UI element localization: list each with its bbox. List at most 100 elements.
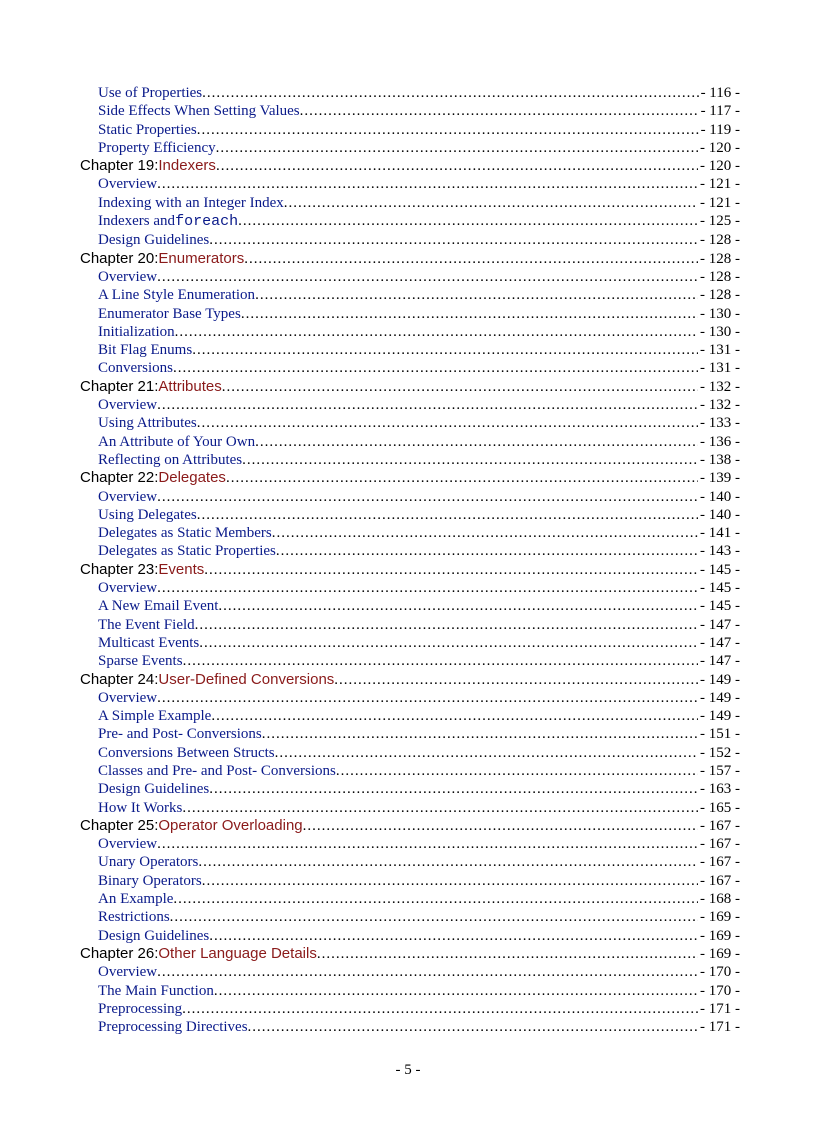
toc-page-ref[interactable]: - 120 - (698, 139, 740, 157)
toc-page-ref[interactable]: - 125 - (698, 212, 740, 230)
toc-entry-title[interactable]: Chapter 22: Delegates (80, 469, 226, 487)
toc-entry-title[interactable]: Chapter 23: Events (80, 561, 204, 579)
toc-entry-title[interactable]: A Simple Example (98, 707, 211, 725)
toc-entry-title[interactable]: Overview (98, 579, 157, 597)
toc-page-ref[interactable]: - 119 - (699, 121, 740, 139)
toc-page-ref[interactable]: - 167 - (698, 853, 740, 871)
toc-entry-title[interactable]: Preprocessing Directives (98, 1018, 248, 1036)
toc-page-ref[interactable]: - 136 - (698, 433, 740, 451)
toc-entry-title[interactable]: Chapter 21: Attributes (80, 378, 222, 396)
toc-entry-title[interactable]: Side Effects When Setting Values (98, 102, 300, 120)
toc-entry-title[interactable]: Indexing with an Integer Index (98, 194, 284, 212)
toc-page-ref[interactable]: - 141 - (698, 524, 740, 542)
toc-entry-title[interactable]: Multicast Events (98, 634, 199, 652)
toc-page-ref[interactable]: - 117 - (699, 102, 740, 120)
toc-entry-title[interactable]: Preprocessing (98, 1000, 182, 1018)
toc-entry-title[interactable]: Overview (98, 396, 157, 414)
toc-entry-title[interactable]: Unary Operators (98, 853, 198, 871)
toc-page-ref[interactable]: - 131 - (698, 359, 740, 377)
toc-page-ref[interactable]: - 128 - (698, 286, 740, 304)
toc-page-ref[interactable]: - 168 - (698, 890, 740, 908)
toc-page-ref[interactable]: - 170 - (698, 963, 740, 981)
toc-entry-title[interactable]: Design Guidelines (98, 780, 209, 798)
toc-entry-title[interactable]: Overview (98, 268, 157, 286)
toc-page-ref[interactable]: - 128 - (698, 231, 740, 249)
toc-entry-title[interactable]: Restrictions (98, 908, 170, 926)
toc-entry-title[interactable]: Chapter 24: User-Defined Conversions (80, 671, 334, 689)
toc-page-ref[interactable]: - 151 - (698, 725, 740, 743)
toc-page-ref[interactable]: - 132 - (698, 378, 740, 396)
toc-entry-title[interactable]: Use of Properties (98, 84, 202, 102)
toc-page-ref[interactable]: - 170 - (698, 982, 740, 1000)
toc-entry-title[interactable]: A Line Style Enumeration (98, 286, 255, 304)
toc-page-ref[interactable]: - 169 - (698, 908, 740, 926)
toc-page-ref[interactable]: - 149 - (698, 671, 740, 689)
toc-entry-title[interactable]: Overview (98, 488, 157, 506)
toc-entry-title[interactable]: Overview (98, 835, 157, 853)
toc-page-ref[interactable]: - 147 - (698, 634, 740, 652)
toc-entry-title[interactable]: Conversions Between Structs (98, 744, 275, 762)
toc-entry-title[interactable]: Overview (98, 175, 157, 193)
toc-entry-title[interactable]: Static Properties (98, 121, 197, 139)
toc-entry-title[interactable]: Pre- and Post- Conversions (98, 725, 262, 743)
toc-page-ref[interactable]: - 149 - (698, 707, 740, 725)
toc-page-ref[interactable]: - 143 - (698, 542, 740, 560)
toc-page-ref[interactable]: - 130 - (698, 323, 740, 341)
toc-page-ref[interactable]: - 145 - (698, 597, 740, 615)
toc-page-ref[interactable]: - 163 - (698, 780, 740, 798)
toc-entry-title[interactable]: Overview (98, 689, 157, 707)
toc-page-ref[interactable]: - 149 - (698, 689, 740, 707)
toc-page-ref[interactable]: - 165 - (698, 799, 740, 817)
toc-entry-title[interactable]: Bit Flag Enums (98, 341, 192, 359)
toc-page-ref[interactable]: - 171 - (698, 1000, 740, 1018)
toc-page-ref[interactable]: - 167 - (698, 835, 740, 853)
toc-entry-title[interactable]: A New Email Event (98, 597, 218, 615)
toc-entry-title[interactable]: Chapter 19: Indexers (80, 157, 216, 175)
toc-page-ref[interactable]: - 133 - (698, 414, 740, 432)
toc-page-ref[interactable]: - 131 - (698, 341, 740, 359)
toc-entry-title[interactable]: The Event Field (98, 616, 195, 634)
toc-entry-title[interactable]: Classes and Pre- and Post- Conversions (98, 762, 336, 780)
toc-entry-title[interactable]: Conversions (98, 359, 173, 377)
toc-entry-title[interactable]: Initialization (98, 323, 175, 341)
toc-page-ref[interactable]: - 167 - (698, 872, 740, 890)
toc-page-ref[interactable]: - 121 - (698, 175, 740, 193)
toc-page-ref[interactable]: - 169 - (698, 927, 740, 945)
toc-entry-title[interactable]: Delegates as Static Members (98, 524, 272, 542)
toc-entry-title[interactable]: Chapter 25: Operator Overloading (80, 817, 303, 835)
toc-page-ref[interactable]: - 147 - (698, 616, 740, 634)
toc-entry-title[interactable]: Using Delegates (98, 506, 197, 524)
toc-page-ref[interactable]: - 147 - (698, 652, 740, 670)
toc-entry-title[interactable]: Overview (98, 963, 157, 981)
toc-page-ref[interactable]: - 138 - (698, 451, 740, 469)
toc-page-ref[interactable]: - 121 - (698, 194, 740, 212)
toc-page-ref[interactable]: - 132 - (698, 396, 740, 414)
toc-page-ref[interactable]: - 130 - (698, 305, 740, 323)
toc-page-ref[interactable]: - 171 - (698, 1018, 740, 1036)
toc-entry-title[interactable]: Delegates as Static Properties (98, 542, 276, 560)
toc-page-ref[interactable]: - 120 - (698, 157, 740, 175)
toc-entry-title[interactable]: An Attribute of Your Own (98, 433, 255, 451)
toc-entry-title[interactable]: How It Works (98, 799, 182, 817)
toc-entry-title[interactable]: Reflecting on Attributes (98, 451, 242, 469)
toc-entry-title[interactable]: Binary Operators (98, 872, 202, 890)
toc-page-ref[interactable]: - 167 - (698, 817, 740, 835)
toc-page-ref[interactable]: - 128 - (698, 268, 740, 286)
toc-entry-title[interactable]: Design Guidelines (98, 231, 209, 249)
toc-page-ref[interactable]: - 157 - (698, 762, 740, 780)
toc-entry-title[interactable]: Chapter 20: Enumerators (80, 250, 244, 268)
toc-page-ref[interactable]: - 145 - (698, 561, 740, 579)
toc-page-ref[interactable]: - 140 - (698, 506, 740, 524)
toc-page-ref[interactable]: - 116 - (699, 84, 740, 102)
toc-entry-title[interactable]: Design Guidelines (98, 927, 209, 945)
toc-entry-title[interactable]: The Main Function (98, 982, 214, 1000)
toc-entry-title[interactable]: Chapter 26: Other Language Details (80, 945, 317, 963)
toc-page-ref[interactable]: - 152 - (698, 744, 740, 762)
toc-entry-title[interactable]: Enumerator Base Types (98, 305, 241, 323)
toc-page-ref[interactable]: - 145 - (698, 579, 740, 597)
toc-entry-title[interactable]: An Example (98, 890, 173, 908)
toc-page-ref[interactable]: - 140 - (698, 488, 740, 506)
toc-entry-title[interactable]: Using Attributes (98, 414, 197, 432)
toc-entry-title[interactable]: Sparse Events (98, 652, 183, 670)
toc-entry-title[interactable]: Indexers and foreach (98, 212, 238, 231)
